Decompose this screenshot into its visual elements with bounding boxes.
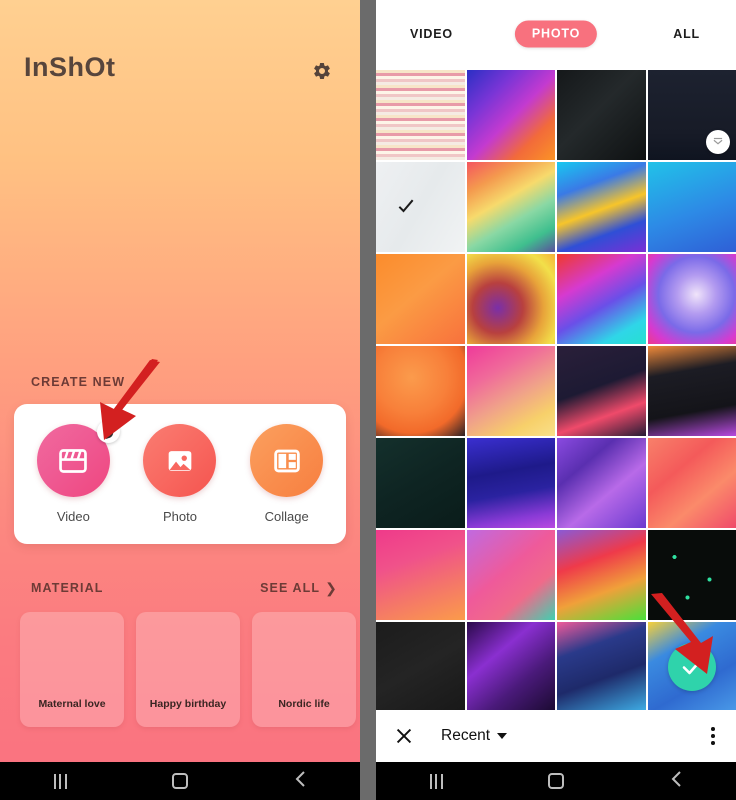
red-arrow-annotation-left [100, 359, 160, 440]
gallery-thumb[interactable] [557, 622, 646, 710]
nav-back-button[interactable] [270, 762, 330, 800]
inshot-home-screen: InShOt CREATE NEW Video Photo Collage MA… [0, 0, 360, 762]
collapse-icon[interactable] [706, 130, 730, 154]
panel-divider [360, 0, 376, 800]
check-icon [398, 199, 414, 213]
gallery-thumb[interactable] [376, 70, 465, 160]
screenshot-root: InShOt CREATE NEW Video Photo Collage MA… [0, 0, 736, 800]
android-nav-bar-right [376, 762, 736, 800]
red-arrow-annotation-right [651, 593, 713, 674]
home-icon [172, 773, 188, 789]
gallery-thumb[interactable] [557, 70, 646, 160]
gallery-thumb[interactable] [647, 162, 736, 252]
gallery-thumb[interactable] [466, 622, 555, 710]
material-card-title: Nordic life [278, 698, 330, 710]
nav-recents-button[interactable] [30, 762, 90, 800]
see-all-label: SEE ALL [260, 581, 321, 595]
gallery-thumb[interactable] [647, 254, 736, 344]
see-all-button[interactable]: SEE ALL ❯ [260, 581, 338, 595]
material-section-label: MATERIAL [31, 581, 104, 595]
gallery-thumb[interactable] [557, 346, 646, 436]
material-card[interactable]: Maternal love [20, 612, 124, 727]
gallery-thumb[interactable] [376, 346, 465, 436]
gallery-thumb[interactable] [466, 346, 555, 436]
app-header: InShOt [0, 0, 360, 110]
gallery-thumb[interactable] [466, 254, 555, 344]
recents-icon [53, 773, 67, 789]
gallery-thumb[interactable] [376, 530, 465, 620]
nav-home-button[interactable] [150, 762, 210, 800]
nav-back-button[interactable] [646, 762, 706, 800]
create-new-card: Video Photo Collage [14, 404, 346, 544]
gallery-thumb[interactable] [557, 254, 646, 344]
home-icon [548, 773, 564, 789]
app-logo: InShOt [24, 52, 116, 82]
gallery-thumb[interactable] [376, 438, 465, 528]
back-icon [293, 770, 308, 793]
tab-all[interactable]: ALL [673, 27, 700, 41]
gallery-thumb[interactable] [647, 70, 736, 160]
recents-icon [429, 773, 443, 789]
clapperboard-icon [59, 448, 88, 473]
left-phone-panel: InShOt CREATE NEW Video Photo Collage MA… [0, 0, 360, 800]
album-label: Recent [441, 727, 491, 744]
create-collage-button[interactable]: Collage [238, 424, 336, 524]
android-nav-bar-left [0, 762, 360, 800]
caret-down-icon [497, 733, 508, 739]
create-photo-label: Photo [162, 509, 197, 524]
create-video-label: Video [56, 509, 90, 524]
create-collage-label: Collage [264, 509, 309, 524]
gear-icon[interactable] [309, 58, 335, 84]
gallery-thumb[interactable] [466, 530, 555, 620]
gallery-thumb[interactable] [376, 254, 465, 344]
collage-icon [273, 449, 300, 472]
material-card-title: Happy birthday [149, 698, 227, 710]
gallery-thumb[interactable] [557, 438, 646, 528]
chevron-right-icon: ❯ [325, 580, 338, 596]
material-card[interactable]: Nordic life [252, 612, 356, 727]
tab-photo[interactable]: PHOTO [514, 20, 598, 48]
close-icon[interactable] [393, 725, 415, 747]
gallery-thumb[interactable] [647, 346, 736, 436]
nav-recents-button[interactable] [406, 762, 466, 800]
material-card-title: Maternal love [38, 698, 106, 710]
gallery-bottom-bar: Recent [376, 710, 736, 762]
tab-video[interactable]: VIDEO [410, 27, 453, 41]
gallery-thumb[interactable] [466, 162, 555, 252]
gallery-thumb[interactable] [557, 530, 646, 620]
back-icon [669, 770, 684, 793]
gallery-tab-bar: VIDEO PHOTO ALL [376, 0, 736, 70]
picture-icon [168, 450, 192, 471]
gallery-thumb[interactable] [557, 162, 646, 252]
right-phone-panel: VIDEO PHOTO ALL Recent [376, 0, 736, 800]
material-cards-row: Maternal love Happy birthday Nordic life [20, 612, 356, 727]
gallery-thumb[interactable] [466, 70, 555, 160]
gallery-thumb[interactable] [376, 162, 465, 252]
nav-home-button[interactable] [526, 762, 586, 800]
kebab-menu-icon[interactable] [707, 723, 719, 749]
material-card[interactable]: Happy birthday [136, 612, 240, 727]
gallery-thumb[interactable] [647, 438, 736, 528]
collage-circle [250, 424, 324, 497]
gallery-thumb[interactable] [466, 438, 555, 528]
album-selector[interactable]: Recent [441, 727, 508, 745]
gallery-thumb[interactable] [376, 622, 465, 710]
